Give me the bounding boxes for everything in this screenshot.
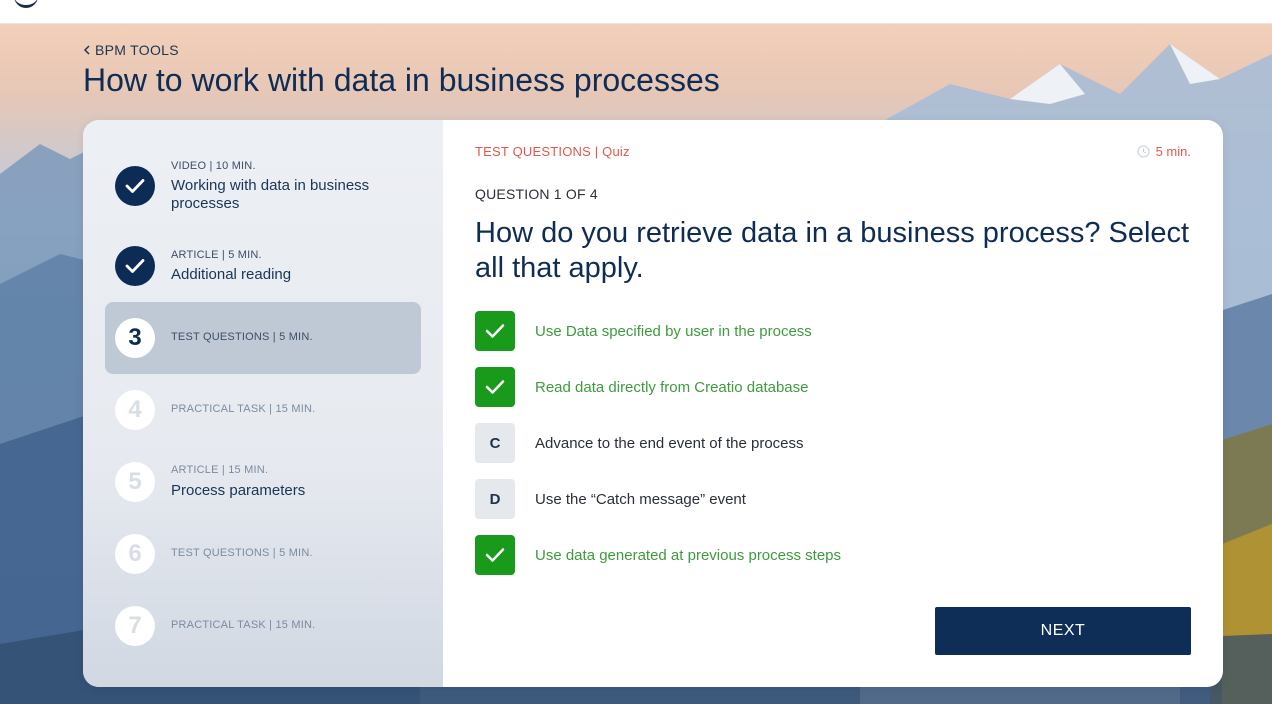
step-meta: TEST QUESTIONS | 5 MIN. xyxy=(171,331,313,343)
duration-text: 5 min. xyxy=(1155,144,1191,159)
answer-text: Use data generated at previous process s… xyxy=(535,546,842,564)
step-4[interactable]: 4 PRACTICAL TASK | 15 MIN. xyxy=(105,374,421,446)
step-meta: ARTICLE | 15 MIN. xyxy=(171,464,269,476)
logo xyxy=(14,0,38,8)
course-steps-sidebar: VIDEO | 10 MIN. Working with data in bus… xyxy=(83,120,443,687)
answer-text: Advance to the end event of the process xyxy=(535,434,804,452)
check-icon xyxy=(485,380,505,394)
step-title: Additional reading xyxy=(171,266,292,283)
step-meta: TEST QUESTIONS | 5 MIN. xyxy=(171,547,313,559)
answer-checkbox[interactable]: C xyxy=(475,423,515,463)
answer-text: Use the “Catch message” event xyxy=(535,490,746,508)
clock-icon xyxy=(1137,145,1150,158)
course-card: VIDEO | 10 MIN. Working with data in bus… xyxy=(83,120,1223,687)
answer-option-e[interactable]: Use data generated at previous process s… xyxy=(475,535,1175,575)
check-icon xyxy=(125,179,145,193)
answer-checkbox[interactable] xyxy=(475,535,515,575)
step-title: Working with data in business processes xyxy=(171,177,370,212)
check-icon xyxy=(125,259,145,273)
answer-text: Read data directly from Creatio database xyxy=(535,378,809,396)
top-bar xyxy=(0,0,1272,24)
answer-option-d[interactable]: D Use the “Catch message” event xyxy=(475,479,1175,519)
step-5[interactable]: 5 ARTICLE | 15 MIN. Process parameters xyxy=(105,446,421,518)
step-number: 4 xyxy=(115,390,155,430)
chevron-left-icon xyxy=(83,45,90,55)
step-number: 3 xyxy=(115,318,155,358)
step-number: 5 xyxy=(115,462,155,502)
step-meta: PRACTICAL TASK | 15 MIN. xyxy=(171,403,316,415)
answer-checkbox[interactable] xyxy=(475,311,515,351)
answer-option-b[interactable]: Read data directly from Creatio database xyxy=(475,367,1175,407)
page-title: How to work with data in business proces… xyxy=(83,62,720,98)
answer-option-a[interactable]: Use Data specified by user in the proces… xyxy=(475,311,1175,351)
breadcrumb-back-link[interactable]: BPM TOOLS xyxy=(83,41,179,59)
step-title: Process parameters xyxy=(171,482,306,499)
question-text: How do you retrieve data in a business p… xyxy=(475,217,1190,284)
quiz-duration: 5 min. xyxy=(1137,144,1191,159)
next-button[interactable]: NEXT xyxy=(935,607,1191,655)
answer-option-c[interactable]: C Advance to the end event of the proces… xyxy=(475,423,1175,463)
step-number: 6 xyxy=(115,534,155,574)
answer-checkbox[interactable] xyxy=(475,367,515,407)
step-1[interactable]: VIDEO | 10 MIN. Working with data in bus… xyxy=(105,150,421,222)
step-6[interactable]: 6 TEST QUESTIONS | 5 MIN. xyxy=(105,518,421,590)
breadcrumb-label: BPM TOOLS xyxy=(95,42,179,58)
quiz-panel: TEST QUESTIONS | Quiz 5 min. QUESTION 1 … xyxy=(443,120,1223,687)
step-2[interactable]: ARTICLE | 5 MIN. Additional reading xyxy=(105,230,421,302)
answer-checkbox[interactable]: D xyxy=(475,479,515,519)
step-number: 7 xyxy=(115,606,155,646)
step-meta: ARTICLE | 5 MIN. xyxy=(171,249,262,261)
step-7[interactable]: 7 PRACTICAL TASK | 15 MIN. xyxy=(105,590,421,662)
step-meta: PRACTICAL TASK | 15 MIN. xyxy=(171,619,316,631)
check-icon xyxy=(485,324,505,338)
step-3[interactable]: 3 TEST QUESTIONS | 5 MIN. xyxy=(105,302,421,374)
answer-text: Use Data specified by user in the proces… xyxy=(535,322,812,340)
check-icon xyxy=(485,548,505,562)
completed-badge xyxy=(115,166,155,206)
completed-badge xyxy=(115,246,155,286)
quiz-type-label: TEST QUESTIONS | Quiz xyxy=(475,144,630,159)
question-counter: QUESTION 1 OF 4 xyxy=(475,186,598,202)
step-meta: VIDEO | 10 MIN. xyxy=(171,160,256,172)
